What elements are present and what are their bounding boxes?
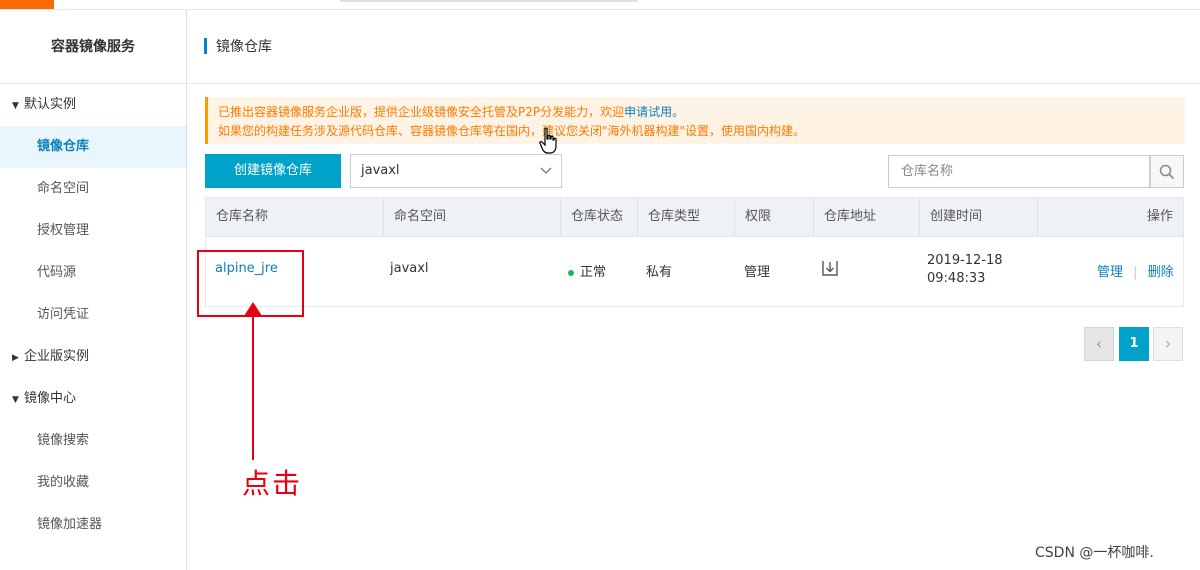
created-clock: 09:48:33 <box>927 271 986 286</box>
sidebar: 容器镜像服务 ▼ 默认实例 镜像仓库 命名空间 授权管理 代码源 访问凭证 ▶ 企业… <box>0 10 187 570</box>
col-namespace: 命名空间 <box>383 198 560 236</box>
caret-down-icon: ▼ <box>12 395 19 405</box>
sidebar-group-enterprise-instance[interactable]: ▶ 企业版实例 <box>0 336 186 378</box>
notice-line-1: 已推出容器镜像服务企业版，提供企业级镜像安全托管及P2P分发能力，欢迎申请试用。 <box>218 103 1185 122</box>
caret-down-icon: ▼ <box>12 101 19 111</box>
caret-right-icon: ▶ <box>12 353 19 363</box>
col-actions: 操作 <box>1037 198 1183 236</box>
next-page-button[interactable]: › <box>1153 327 1183 361</box>
col-created-time: 创建时间 <box>919 198 1037 236</box>
apply-trial-link[interactable]: 申请试用。 <box>624 105 684 119</box>
repo-created-time: 2019-12-18 09:48:33 <box>927 252 1003 288</box>
sidebar-item-image-repo[interactable]: 镜像仓库 <box>0 126 186 168</box>
download-icon[interactable] <box>820 258 840 282</box>
namespace-select[interactable]: javaxl <box>350 154 562 188</box>
page-1-button[interactable]: 1 <box>1119 327 1149 361</box>
notice-text: 已推出容器镜像服务企业版，提供企业级镜像安全托管及P2P分发能力，欢迎 <box>218 105 625 119</box>
sidebar-item-authorization[interactable]: 授权管理 <box>0 210 186 252</box>
col-address: 仓库地址 <box>813 198 919 236</box>
repo-search-input[interactable]: 仓库名称 <box>888 155 1150 188</box>
manage-link[interactable]: 管理 <box>1097 265 1123 280</box>
repo-status: 正常 <box>568 261 606 280</box>
table-header: 仓库名称 命名空间 仓库状态 仓库类型 权限 仓库地址 创建时间 操作 <box>205 197 1184 237</box>
col-status: 仓库状态 <box>560 198 637 236</box>
search-icon <box>1159 164 1175 179</box>
prev-page-button[interactable]: ‹ <box>1084 327 1114 361</box>
sidebar-item-code-source[interactable]: 代码源 <box>0 252 186 294</box>
sidebar-item-namespace[interactable]: 命名空间 <box>0 168 186 210</box>
top-nav-bar <box>0 0 1200 10</box>
delete-link[interactable]: 删除 <box>1148 265 1174 280</box>
col-repo-name: 仓库名称 <box>216 209 269 224</box>
sidebar-item-access-credential[interactable]: 访问凭证 <box>0 294 186 336</box>
sidebar-group-label: 默认实例 <box>24 97 77 112</box>
page-header: 镜像仓库 <box>188 10 1200 84</box>
top-search-strip[interactable] <box>340 0 638 2</box>
status-dot-icon <box>568 269 574 276</box>
sidebar-item-favorites[interactable]: 我的收藏 <box>0 462 186 504</box>
sidebar-group-default-instance[interactable]: ▼ 默认实例 <box>0 84 186 126</box>
sidebar-group-label: 企业版实例 <box>24 349 90 364</box>
sidebar-group-label: 镜像中心 <box>24 391 77 406</box>
hand-cursor-icon <box>539 127 557 154</box>
repo-permission: 管理 <box>744 265 771 280</box>
annotation-label: 点击 <box>242 467 303 500</box>
sidebar-item-image-search[interactable]: 镜像搜索 <box>0 420 186 462</box>
row-actions: 管理 | 删除 <box>1097 261 1174 280</box>
chevron-down-icon <box>539 155 553 199</box>
col-permission: 权限 <box>734 198 813 236</box>
sidebar-title: 容器镜像服务 <box>0 10 186 84</box>
repo-status-text: 正常 <box>580 265 607 280</box>
annotation-arrow-line <box>252 312 254 460</box>
title-accent-bar <box>204 38 207 54</box>
notice-line-2: 如果您的构建任务涉及源代码仓库、容器镜像仓库等在国内，建议您关闭"海外机器构建"… <box>218 124 806 138</box>
namespace-select-value: javaxl <box>361 163 400 178</box>
page-title: 镜像仓库 <box>216 39 272 55</box>
search-button[interactable] <box>1150 155 1184 188</box>
repo-type: 私有 <box>646 265 673 280</box>
repo-namespace: javaxl <box>390 261 429 276</box>
sidebar-group-image-center[interactable]: ▼ 镜像中心 <box>0 378 186 420</box>
col-type: 仓库类型 <box>637 198 734 236</box>
notice-banner: 已推出容器镜像服务企业版，提供企业级镜像安全托管及P2P分发能力，欢迎申请试用。… <box>205 97 1185 144</box>
table-row: alpine_jre javaxl 正常 私有 管理 2019-12-18 09… <box>205 237 1184 307</box>
created-date: 2019-12-18 <box>927 253 1003 268</box>
brand-logo[interactable] <box>0 0 54 9</box>
watermark: CSDN @一杯咖啡. <box>1035 545 1154 561</box>
sidebar-item-accelerator[interactable]: 镜像加速器 <box>0 504 186 546</box>
action-separator: | <box>1133 265 1138 280</box>
create-repo-button[interactable]: 创建镜像仓库 <box>205 154 341 188</box>
